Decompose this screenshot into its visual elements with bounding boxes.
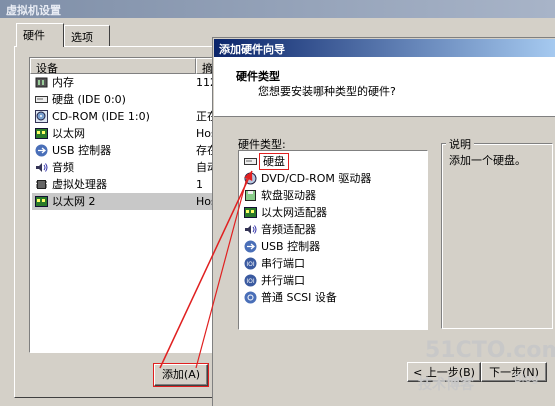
- tab-options[interactable]: 选项: [64, 25, 110, 46]
- hw-item-ethernet-adapter[interactable]: 以太网适配器: [241, 204, 327, 221]
- scsi-icon: [244, 291, 257, 304]
- add-hardware-button[interactable]: 添加(A): [153, 363, 209, 387]
- hw-item-label: 软盘驱动器: [261, 189, 316, 202]
- watermark-logo: 51CTO.com: [425, 338, 555, 363]
- hw-item-hard-disk[interactable]: 硬盘: [241, 153, 289, 170]
- hw-item-label: 普通 SCSI 设备: [261, 291, 337, 304]
- device-label: USB 控制器: [52, 144, 112, 157]
- hw-item-label: USB 控制器: [261, 240, 321, 253]
- network-icon: [35, 196, 48, 207]
- cdrom-icon: [35, 110, 48, 123]
- device-label: 虚拟处理器: [52, 178, 107, 191]
- tab-hardware[interactable]: 硬件: [16, 23, 64, 47]
- cdrom-icon: [244, 172, 257, 185]
- hardware-type-list[interactable]: 硬盘 DVD/CD-ROM 驱动器 软盘驱动器 以太网适配器 音频适配器 USB…: [238, 150, 428, 330]
- wizard-heading: 硬件类型: [236, 70, 280, 83]
- usb-icon: [35, 144, 48, 157]
- audio-icon: [36, 163, 48, 172]
- hw-item-usb-controller[interactable]: USB 控制器: [241, 238, 320, 255]
- watermark-sub: 技术博客: [418, 377, 474, 393]
- hw-item-label: 音频适配器: [261, 223, 316, 236]
- wizard-subheading: 您想要安装哪种类型的硬件?: [258, 85, 396, 98]
- watermark-blog: Blog: [514, 372, 539, 385]
- hw-item-label: 以太网适配器: [261, 206, 327, 219]
- parallel-port-icon: IOI: [244, 274, 257, 287]
- description-label: 说明: [446, 136, 474, 152]
- hw-item-serial-port[interactable]: IOI 串行端口: [241, 255, 305, 272]
- device-label: 以太网 2: [52, 195, 96, 208]
- hw-item-parallel-port[interactable]: IOI 并行端口: [241, 272, 305, 289]
- hw-item-cdrom[interactable]: DVD/CD-ROM 驱动器: [241, 170, 371, 187]
- svg-text:IOI: IOI: [246, 261, 254, 268]
- audio-icon: [245, 225, 257, 234]
- hard-disk-icon: [244, 158, 257, 165]
- hw-item-label: 并行端口: [261, 274, 305, 287]
- description-text: 添加一个硬盘。: [449, 154, 526, 167]
- settings-window-title: 虚拟机设置: [0, 0, 555, 18]
- floppy-icon: [245, 190, 256, 201]
- hard-disk-icon: [35, 96, 48, 103]
- network-icon: [35, 128, 48, 139]
- device-label: 内存: [52, 76, 74, 89]
- wizard-title: 添加硬件向导: [214, 39, 555, 57]
- hw-item-label: DVD/CD-ROM 驱动器: [261, 172, 372, 185]
- column-header-device[interactable]: 设备: [30, 58, 196, 75]
- device-row-hard-disk[interactable]: 硬盘 (IDE 0:0): [32, 91, 228, 108]
- serial-port-icon: IOI: [244, 257, 257, 270]
- hw-item-label: 串行端口: [261, 257, 305, 270]
- memory-icon: [35, 77, 48, 88]
- hw-item-floppy[interactable]: 软盘驱动器: [241, 187, 316, 204]
- usb-icon: [244, 240, 257, 253]
- wizard-banner: 硬件类型 您想要安装哪种类型的硬件?: [214, 57, 555, 117]
- device-summary: 1: [196, 178, 203, 191]
- hw-item-audio-adapter[interactable]: 音频适配器: [241, 221, 316, 238]
- description-box: [441, 143, 553, 329]
- device-label: 音频: [52, 161, 74, 174]
- cpu-icon: [36, 180, 47, 189]
- device-list[interactable]: 设备 摘要 内存 112 硬盘 (IDE 0:0) CD-ROM (IDE 1:…: [29, 57, 229, 353]
- device-label: CD-ROM (IDE 1:0): [52, 110, 150, 123]
- hw-item-label: 硬盘: [259, 153, 289, 170]
- device-label: 硬盘 (IDE 0:0): [52, 93, 126, 106]
- device-label: 以太网: [52, 127, 85, 140]
- hw-item-scsi-device[interactable]: 普通 SCSI 设备: [241, 289, 337, 306]
- svg-text:IOI: IOI: [246, 278, 254, 285]
- network-icon: [244, 207, 257, 218]
